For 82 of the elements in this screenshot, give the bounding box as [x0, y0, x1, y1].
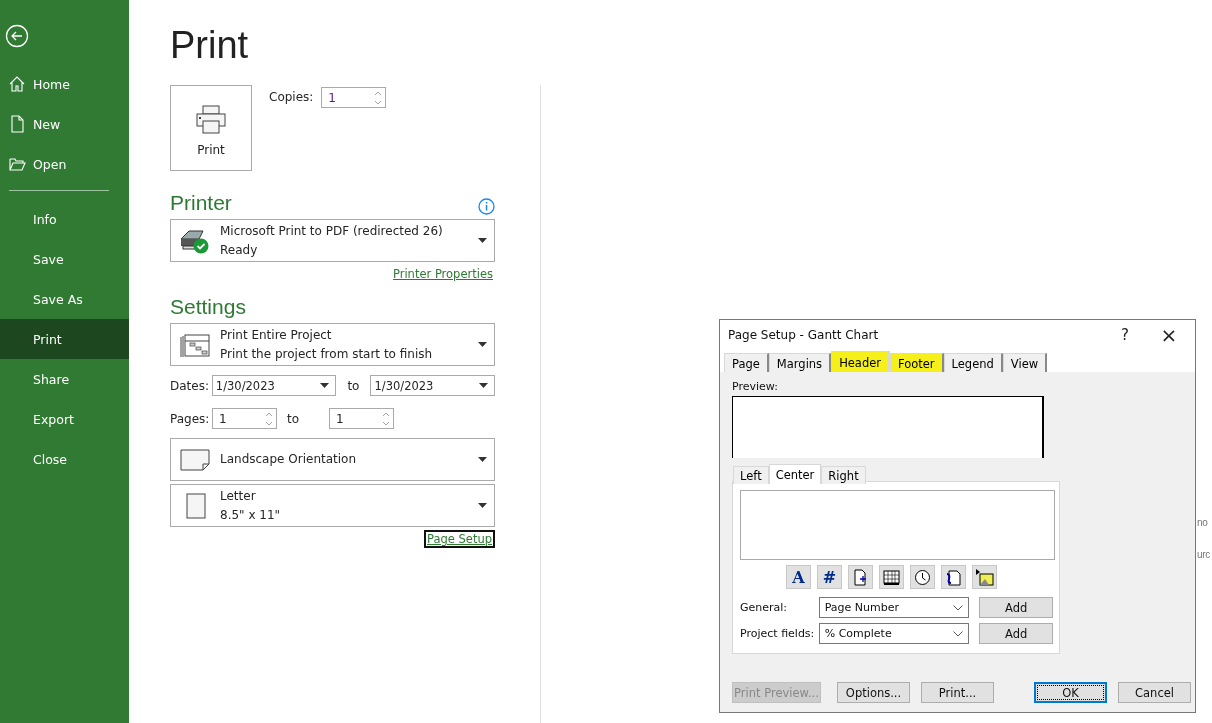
- dialog-button[interactable]: OK: [1034, 682, 1107, 703]
- dropdown-arrow-icon: [478, 457, 487, 462]
- home-icon: [8, 75, 26, 93]
- to-label: to: [287, 411, 300, 426]
- sidebar-item[interactable]: Close: [0, 439, 129, 479]
- toolbar-button[interactable]: [879, 565, 904, 589]
- dialog-title: Page Setup - Gantt Chart: [728, 327, 880, 342]
- dropdown[interactable]: Landscape Orientation: [170, 438, 495, 481]
- picture-icon: [975, 567, 994, 587]
- section-heading: Printer: [170, 191, 232, 215]
- dropdown-arrow-icon: [320, 383, 330, 388]
- number-field[interactable]: 1: [321, 87, 387, 108]
- toolbar-button[interactable]: #: [817, 565, 842, 589]
- date-field[interactable]: 1/30/2023: [370, 375, 495, 396]
- dropdown[interactable]: % Complete: [818, 623, 970, 644]
- sidebar-item[interactable]: Home: [0, 64, 129, 104]
- date-field[interactable]: 1/30/2023: [211, 375, 337, 396]
- clock-icon: [913, 567, 932, 587]
- page-setup-link[interactable]: Page Setup: [424, 530, 495, 548]
- dropdown-arrow-icon: [478, 238, 487, 243]
- preview-label: Preview:: [732, 380, 779, 393]
- tab[interactable]: Margins: [768, 353, 832, 372]
- add-button[interactable]: Add: [979, 597, 1053, 618]
- sidebar-item[interactable]: Share: [0, 359, 129, 399]
- sidebar-item[interactable]: Save: [0, 239, 129, 279]
- number-field[interactable]: 1: [212, 408, 277, 429]
- printer-properties-link[interactable]: Printer Properties: [390, 266, 495, 282]
- field-label: General:: [740, 601, 789, 614]
- tab[interactable]: Header: [831, 351, 890, 372]
- dropdown[interactable]: Print Entire Project Print the project from start to finish: [170, 323, 495, 366]
- toolbar-button[interactable]: [848, 565, 873, 589]
- dropdown-arrow-icon: [479, 383, 488, 388]
- sidebar-item[interactable]: Info: [0, 199, 129, 239]
- sidebar-item[interactable]: New: [0, 104, 129, 144]
- folder-icon: [8, 155, 26, 173]
- tab[interactable]: Center: [768, 464, 822, 484]
- to-label: to: [347, 378, 360, 393]
- section-heading: Settings: [170, 295, 246, 319]
- chevron-down-icon: [953, 630, 964, 637]
- print-button[interactable]: Print: [170, 85, 252, 171]
- dropdown-arrow-icon: [478, 503, 487, 508]
- sidebar-item[interactable]: Save As: [0, 279, 129, 319]
- text-fragment: urc: [1197, 549, 1210, 560]
- tab[interactable]: View: [1002, 353, 1048, 372]
- chevron-down-icon: [953, 604, 964, 611]
- field-label: Project fields:: [740, 627, 816, 640]
- dropdown[interactable]: Microsoft Print to PDF (redirected 26) Ready: [170, 219, 495, 262]
- dialog-button[interactable]: Cancel: [1118, 682, 1191, 703]
- close-button[interactable]: ×: [1147, 320, 1191, 349]
- landscape-page-icon: [180, 448, 210, 471]
- copies-label: Copies:: [269, 90, 314, 104]
- back-icon[interactable]: [5, 24, 29, 48]
- dialog-button[interactable]: Options...: [837, 682, 910, 703]
- gantt-chart-icon: [180, 331, 210, 358]
- tab[interactable]: Right: [821, 466, 866, 484]
- calendar-icon: [882, 567, 901, 587]
- tab[interactable]: Left: [733, 466, 769, 484]
- number-field[interactable]: 1: [329, 408, 395, 429]
- help-button[interactable]: ?: [1103, 320, 1147, 349]
- tab[interactable]: Legend: [943, 353, 1003, 372]
- sidebar-item[interactable]: Open: [0, 144, 129, 184]
- document-icon: [8, 115, 26, 133]
- page-title: Print: [170, 23, 250, 68]
- toolbar-button[interactable]: [910, 565, 935, 589]
- dates-label: Dates:: [170, 378, 210, 393]
- dialog-button[interactable]: Print...: [921, 682, 994, 703]
- toolbar-button[interactable]: A: [786, 565, 811, 589]
- file-icon: [944, 567, 963, 587]
- add-button[interactable]: Add: [979, 623, 1053, 644]
- sidebar-item[interactable]: Print: [0, 319, 129, 359]
- info-icon: [478, 198, 495, 215]
- text-fragment: no: [1197, 517, 1208, 528]
- sidebar-item[interactable]: Export: [0, 399, 129, 439]
- tab[interactable]: Footer: [890, 353, 944, 372]
- dropdown[interactable]: Letter 8.5" x 11": [170, 484, 495, 527]
- dropdown-arrow-icon: [478, 342, 487, 347]
- printer-icon: [195, 104, 227, 135]
- toolbar-button[interactable]: [972, 565, 997, 589]
- pages-label: Pages:: [170, 411, 211, 426]
- dropdown[interactable]: Page Number: [818, 597, 970, 618]
- toolbar-button[interactable]: [941, 565, 966, 589]
- tab[interactable]: Page: [724, 353, 769, 372]
